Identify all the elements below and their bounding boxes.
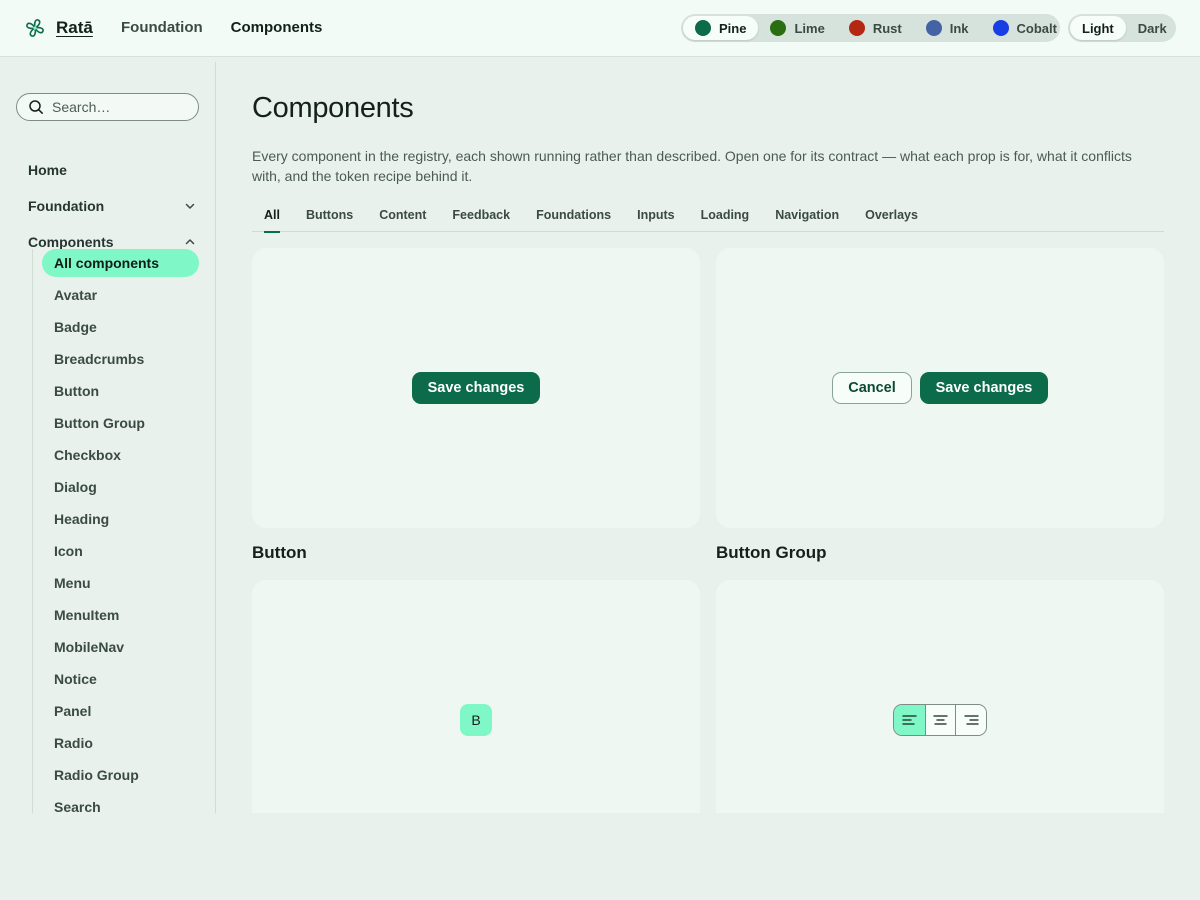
page-intro: Every component in the registry, each sh… [252, 148, 1132, 184]
mode-switcher: Light Dark [1068, 14, 1176, 42]
sidebar-nav: Home Foundation Components [28, 152, 198, 260]
button-group-preview-card[interactable]: Cancel Save changes [716, 248, 1164, 528]
sidebar-item-dialog[interactable]: Dialog [42, 473, 199, 501]
tab-inputs[interactable]: Inputs [625, 199, 689, 232]
top-nav: Foundation Components [121, 19, 322, 37]
search-icon [29, 100, 43, 114]
align-right-button[interactable] [955, 705, 986, 735]
theme-option-pine[interactable]: Pine [683, 16, 759, 40]
top-nav-components[interactable]: Components [231, 19, 323, 37]
align-center-button[interactable] [924, 705, 956, 735]
chevron-up-icon [185, 239, 195, 245]
sidebar-item-avatar[interactable]: Avatar [42, 281, 199, 309]
sidebar: Home Foundation Components All component… [0, 62, 216, 813]
tab-overlays[interactable]: Overlays [853, 199, 932, 232]
align-right-icon [964, 715, 979, 725]
sidebar-item-label: Home [28, 162, 67, 178]
sidebar-item-icon[interactable]: Icon [42, 537, 199, 565]
avatar: B [460, 704, 492, 736]
sidebar-item-panel[interactable]: Panel [42, 697, 199, 725]
card-title-button-group[interactable]: Button Group [716, 543, 826, 563]
sidebar-item-all-components[interactable]: All components [42, 249, 199, 277]
theme-option-lime[interactable]: Lime [758, 16, 836, 40]
sidebar-item-menu[interactable]: Menu [42, 569, 199, 597]
sidebar-item-search[interactable]: Search [42, 793, 199, 813]
toggle-group-preview-card[interactable] [716, 580, 1164, 813]
page-title: Components [252, 92, 414, 124]
brand-logo-icon [26, 19, 44, 37]
category-tabs: All Buttons Content Feedback Foundations Inpu… [252, 199, 1164, 233]
theme-option-ink[interactable]: Ink [914, 16, 981, 40]
sidebar-item-home[interactable]: Home [28, 152, 198, 188]
theme-option-label: Lime [794, 20, 825, 36]
sidebar-item-badge[interactable]: Badge [42, 313, 199, 341]
save-changes-button[interactable]: Save changes [412, 372, 540, 404]
color-swatch-icon [925, 20, 942, 36]
top-header: Ratā Foundation Components Pine Lime Rust I… [0, 0, 1200, 57]
tab-loading[interactable]: Loading [689, 199, 764, 232]
color-swatch-icon [695, 20, 711, 36]
chevron-down-icon [185, 203, 195, 209]
align-left-icon [902, 715, 917, 725]
card-title-button[interactable]: Button [252, 543, 307, 563]
mode-dark-option[interactable]: Dark [1126, 16, 1179, 40]
sidebar-item-radio[interactable]: Radio [42, 729, 199, 757]
theme-switcher: Pine Lime Rust Ink Cobalt [681, 14, 1060, 42]
sidebar-item-menuitem[interactable]: MenuItem [42, 601, 199, 629]
tab-navigation[interactable]: Navigation [763, 199, 853, 232]
brand-name: Ratā [56, 18, 93, 37]
sidebar-item-radio-group[interactable]: Radio Group [42, 761, 199, 789]
color-swatch-icon [848, 20, 865, 36]
tab-content[interactable]: Content [367, 199, 440, 232]
main-content: Components Every component in the regist… [252, 62, 1164, 813]
sidebar-item-label: Components [28, 234, 114, 250]
color-swatch-icon [992, 20, 1009, 36]
tab-foundations[interactable]: Foundations [524, 199, 625, 232]
sidebar-item-notice[interactable]: Notice [42, 665, 199, 693]
align-center-icon [933, 715, 948, 725]
theme-option-label: Ink [949, 20, 969, 36]
sidebar-item-button[interactable]: Button [42, 377, 199, 405]
theme-option-label: Pine [719, 20, 747, 36]
save-changes-button[interactable]: Save changes [920, 372, 1048, 404]
avatar-preview-card[interactable]: B [252, 580, 700, 813]
theme-option-label: Cobalt [1016, 20, 1057, 36]
tab-all[interactable]: All [252, 199, 294, 233]
search-box[interactable] [16, 93, 199, 121]
brand-link[interactable]: Ratā [24, 17, 93, 39]
sidebar-item-checkbox[interactable]: Checkbox [42, 441, 199, 469]
sidebar-item-label: Foundation [28, 198, 105, 214]
theme-option-label: Rust [872, 20, 902, 36]
sidebar-item-heading[interactable]: Heading [42, 505, 199, 533]
color-swatch-icon [770, 20, 787, 36]
sidebar-item-mobilenav[interactable]: MobileNav [42, 633, 199, 661]
mode-light-option[interactable]: Light [1070, 16, 1126, 40]
sidebar-item-button-group[interactable]: Button Group [42, 409, 199, 437]
button-preview-card[interactable]: Save changes [252, 248, 700, 528]
alignment-toggle-group [893, 704, 987, 736]
theme-option-rust[interactable]: Rust [837, 16, 914, 40]
theme-option-cobalt[interactable]: Cobalt [981, 16, 1069, 40]
top-nav-foundation[interactable]: Foundation [121, 19, 203, 37]
cancel-button[interactable]: Cancel [832, 372, 912, 404]
sidebar-item-breadcrumbs[interactable]: Breadcrumbs [42, 345, 199, 373]
sidebar-item-foundation[interactable]: Foundation [28, 188, 198, 224]
tab-feedback[interactable]: Feedback [440, 199, 524, 232]
components-subnav: All components Avatar Badge Breadcrumbs Butt… [32, 249, 199, 813]
search-input[interactable] [52, 99, 192, 115]
tab-buttons[interactable]: Buttons [294, 199, 367, 232]
align-left-button[interactable] [894, 705, 925, 735]
